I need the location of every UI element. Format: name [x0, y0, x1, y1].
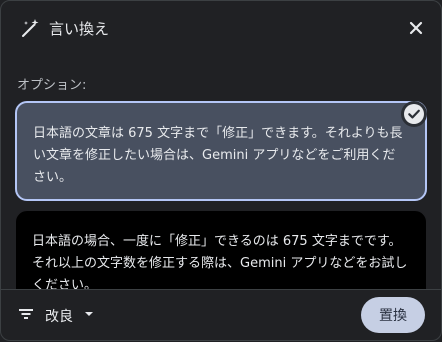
arrow-drop-down-icon — [83, 308, 95, 324]
close-icon[interactable] — [405, 17, 427, 39]
option-text: 日本語の場合、一度に「修正」できるのは 675 文字までです。それ以上の文字数を… — [32, 234, 408, 289]
options-label: オプション: — [17, 78, 87, 93]
rephrase-dialog: 言い換え オプション: 日本語の文章は 675 文字まで「修正」できます。それよ… — [0, 0, 442, 341]
option-card-selected[interactable]: 日本語の文章は 675 文字まで「修正」できます。それよりも長い文章を修正したい… — [15, 101, 427, 201]
options-list[interactable]: 日本語の文章は 675 文字まで「修正」できます。それよりも長い文章を修正したい… — [1, 97, 442, 289]
magic-wand-icon — [19, 17, 41, 39]
refine-dropdown-button[interactable]: 改良 — [17, 300, 95, 332]
dialog-header: 言い換え — [1, 1, 441, 57]
filter-list-icon — [17, 305, 35, 327]
replace-button[interactable]: 置換 — [361, 297, 425, 333]
refine-label: 改良 — [45, 309, 73, 325]
option-text: 日本語の文章は 675 文字まで「修正」できます。それよりも長い文章を修正したい… — [33, 126, 403, 185]
dialog-title: 言い換え — [49, 20, 110, 38]
option-card[interactable]: 日本語の場合、一度に「修正」できるのは 675 文字までです。それ以上の文字数を… — [15, 210, 427, 289]
dialog-footer: 改良 置換 — [1, 290, 441, 342]
check-circle-icon — [401, 101, 427, 127]
